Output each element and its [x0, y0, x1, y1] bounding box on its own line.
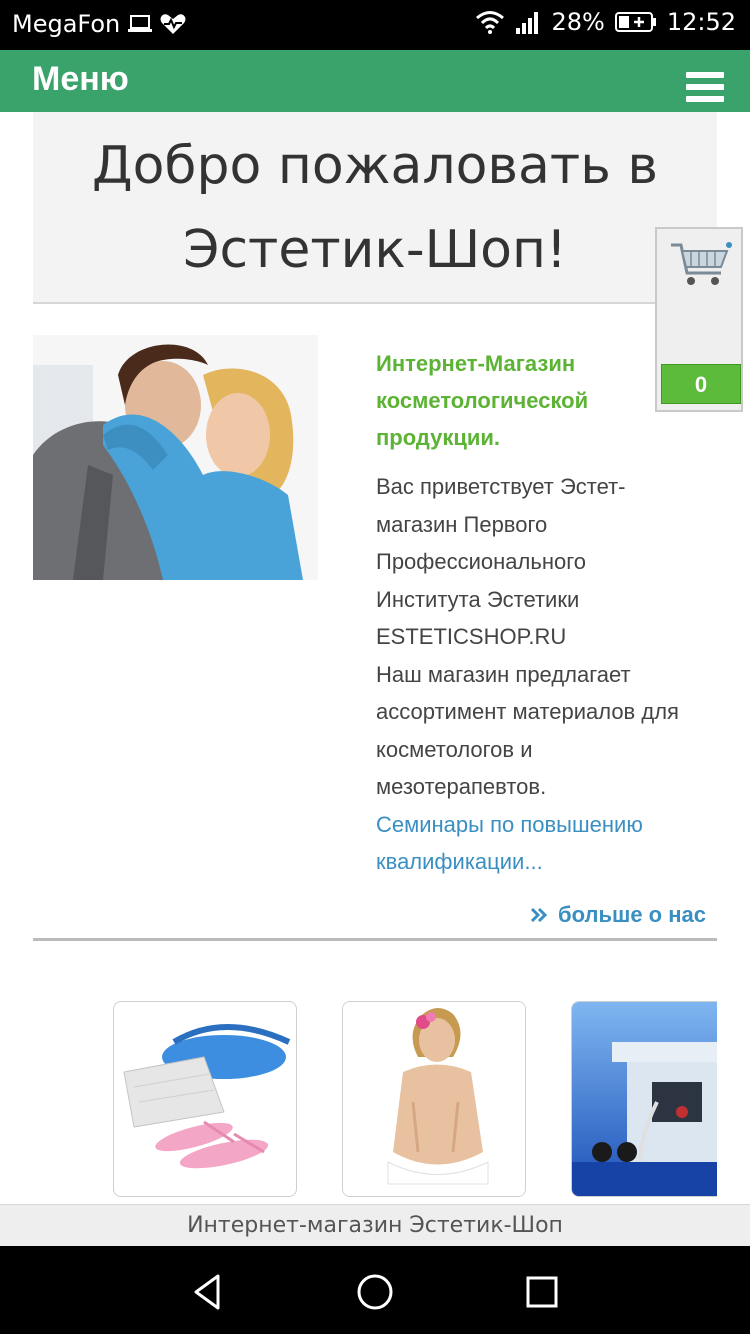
status-bar: MegaFon 28% 12:52 [0, 0, 750, 50]
intro-paragraph-1: Вас приветствует Эстет-магазин Первого П… [376, 474, 626, 649]
product-thumb-disposables[interactable] [113, 1001, 297, 1197]
battery-icon [614, 12, 656, 32]
recents-square-icon[interactable] [520, 1270, 564, 1314]
heart-icon [160, 14, 186, 34]
product-carousel [113, 1000, 717, 1200]
welcome-banner: Добро пожаловать в Эстетик-Шоп! [33, 112, 717, 304]
intro-section: Интернет-Магазин косметологической проду… [376, 345, 696, 881]
more-about-us-link[interactable]: больше о нас [530, 902, 706, 928]
clock: 12:52 [666, 8, 736, 36]
product-thumb-equipment[interactable] [571, 1001, 717, 1197]
footer-bar: Интернет-магазин Эстетик-Шоп [0, 1204, 750, 1247]
signal-icon [516, 12, 539, 34]
battery-percent: 28% [551, 8, 605, 36]
wifi-icon [476, 11, 505, 34]
seminars-link[interactable]: Семинары по повышению квалификации... [376, 806, 696, 881]
cart-widget[interactable]: 0 [655, 227, 743, 412]
back-triangle-icon[interactable] [186, 1270, 230, 1314]
menu-bar: Меню [0, 50, 750, 112]
double-chevron-right-icon [530, 907, 548, 923]
welcome-line-1: Добро пожаловать в [91, 136, 659, 196]
laptop-icon [128, 15, 153, 32]
intro-paragraph-2: Наш магазин предлагает ассортимент матер… [376, 661, 679, 800]
menu-title[interactable]: Меню [32, 60, 129, 99]
more-about-us-label: больше о нас [558, 902, 706, 927]
cart-count-badge[interactable]: 0 [661, 364, 741, 404]
welcome-line-2: Эстетик-Шоп! [183, 220, 567, 280]
intro-heading: Интернет-Магазин косметологической проду… [376, 351, 589, 450]
hamburger-menu-icon[interactable] [686, 72, 724, 106]
section-divider [33, 938, 717, 941]
shopping-cart-icon [671, 242, 732, 285]
product-thumb-body-care[interactable] [342, 1001, 526, 1197]
couple-photo [33, 335, 318, 580]
carrier-name: MegaFon [12, 10, 121, 38]
home-circle-icon[interactable] [353, 1270, 397, 1314]
android-nav-bar [0, 1246, 750, 1334]
welcome-title: Добро пожаловать в Эстетик-Шоп! [33, 112, 717, 292]
